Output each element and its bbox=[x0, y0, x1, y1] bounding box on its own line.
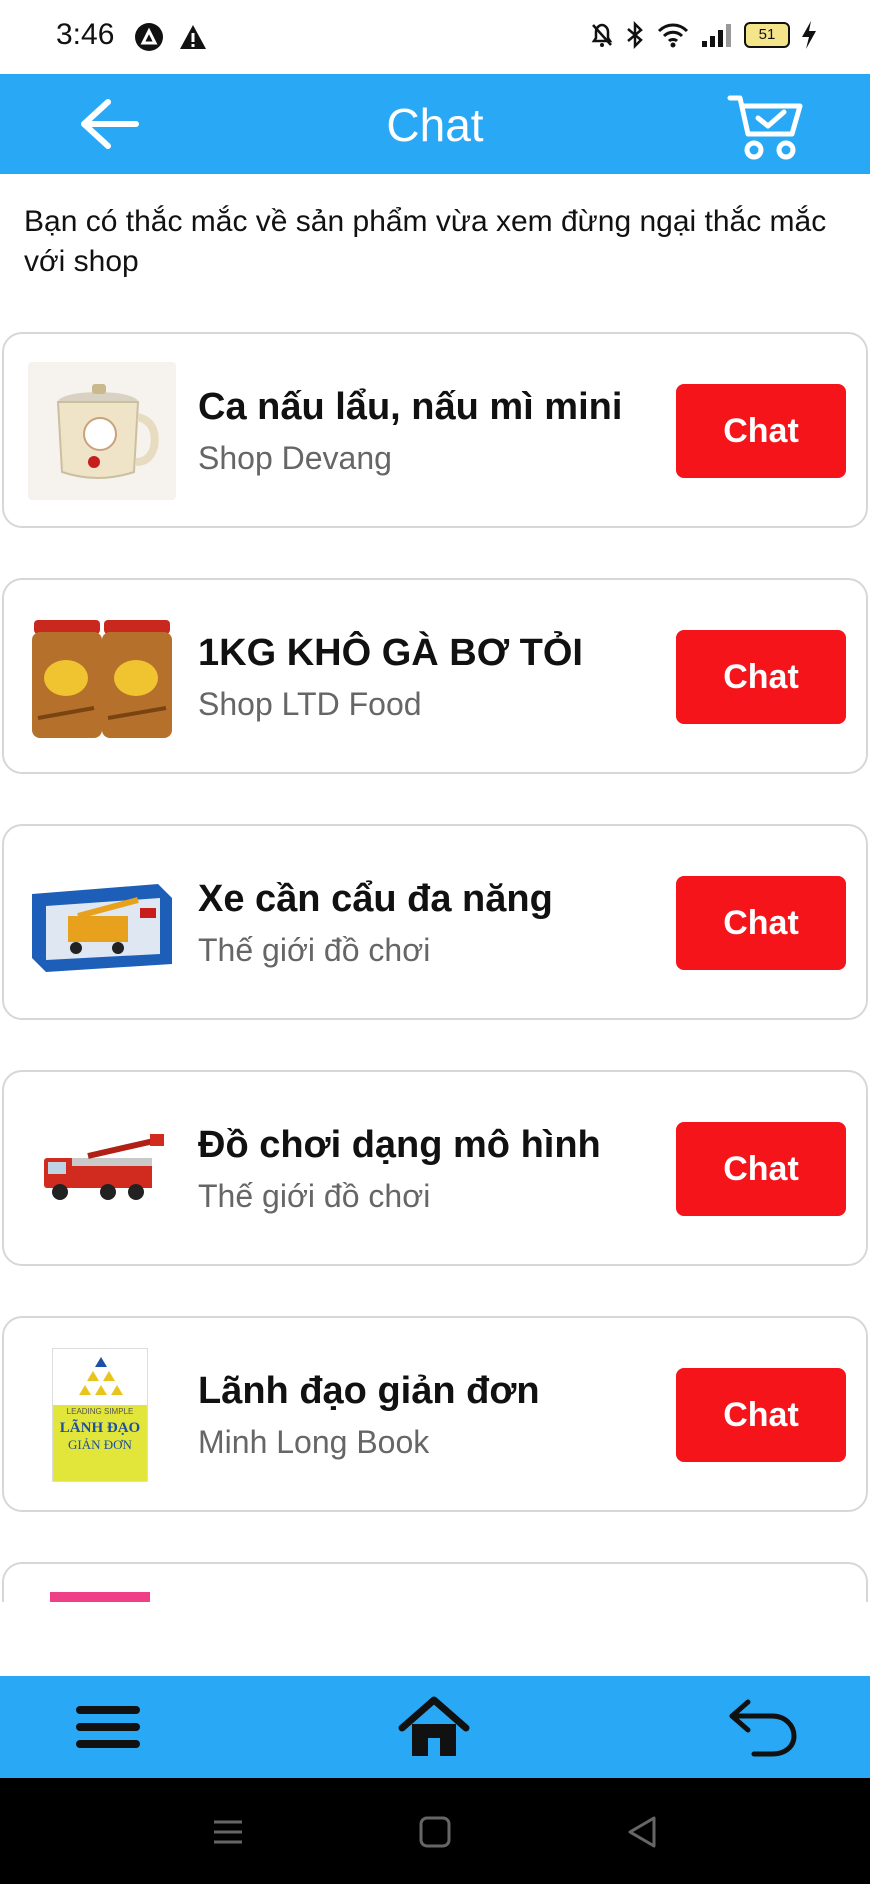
charging-bolt-icon bbox=[802, 21, 816, 49]
jars-image bbox=[28, 608, 176, 746]
book-cover-title-line2: GIẢN ĐƠN bbox=[68, 1437, 132, 1452]
back-triangle-icon[interactable] bbox=[622, 1812, 662, 1852]
product-thumbnail bbox=[28, 1100, 176, 1238]
product-thumbnail bbox=[28, 854, 176, 992]
product-list: Ca nấu lẩu, nấu mì mini Shop Devang Chat… bbox=[0, 332, 870, 1602]
undo-arrow-icon[interactable] bbox=[724, 1694, 800, 1760]
product-name: Lãnh đạo giản đơn bbox=[198, 1370, 540, 1412]
book-cover-title-line1: LÃNH ĐẠO bbox=[59, 1420, 141, 1436]
bluetooth-icon bbox=[627, 21, 643, 49]
shop-name: Shop LTD Food bbox=[198, 686, 422, 722]
fire-truck-image bbox=[28, 1100, 176, 1238]
shop-name: Thế giới đồ chơi bbox=[198, 1178, 431, 1214]
mute-bell-icon bbox=[591, 23, 613, 47]
product-thumbnail bbox=[28, 608, 176, 746]
kettle-image bbox=[28, 362, 176, 500]
product-card-partial bbox=[2, 1562, 868, 1602]
book-cover-image: LEADING SIMPLE LÃNH ĐẠO GIẢN ĐƠN bbox=[52, 1348, 148, 1482]
product-card: Xe cần cẩu đa năng Thế giới đồ chơi Chat bbox=[2, 824, 868, 1020]
intro-text: Bạn có thắc mắc về sản phẩm vừa xem đừng… bbox=[24, 205, 827, 278]
product-thumbnail-partial bbox=[50, 1592, 150, 1602]
product-name: Xe cần cẩu đa năng bbox=[198, 878, 553, 920]
status-bar: 3:46 51 bbox=[0, 0, 870, 74]
shopping-cart-icon[interactable] bbox=[726, 90, 804, 162]
shop-name: Shop Devang bbox=[198, 440, 392, 476]
app-notification-icon bbox=[135, 23, 163, 51]
chat-button[interactable]: Chat bbox=[676, 1368, 846, 1462]
product-card: LEADING SIMPLE LÃNH ĐẠO GIẢN ĐƠN Lãnh đạ… bbox=[2, 1316, 868, 1512]
product-name: Ca nấu lẩu, nấu mì mini bbox=[198, 386, 623, 428]
status-left-icons bbox=[134, 22, 208, 52]
product-card: 1KG KHÔ GÀ BƠ TỎI Shop LTD Food Chat bbox=[2, 578, 868, 774]
book-cover-top-text: LEADING SIMPLE bbox=[66, 1407, 134, 1416]
signal-icon bbox=[702, 24, 731, 47]
warning-icon bbox=[180, 25, 206, 49]
hamburger-menu-icon[interactable] bbox=[70, 1694, 146, 1760]
status-right-icons: 51 bbox=[590, 20, 818, 50]
crane-box-image bbox=[28, 854, 176, 992]
recent-apps-icon[interactable] bbox=[208, 1812, 248, 1852]
home-square-icon[interactable] bbox=[415, 1812, 455, 1852]
shop-name: Thế giới đồ chơi bbox=[198, 932, 431, 968]
bottom-nav bbox=[0, 1676, 870, 1778]
shop-name: Minh Long Book bbox=[198, 1424, 430, 1460]
status-time: 3:46 bbox=[56, 18, 115, 51]
book-triangle-logo bbox=[79, 1357, 123, 1395]
chat-button[interactable]: Chat bbox=[676, 630, 846, 724]
system-nav-bar bbox=[0, 1778, 870, 1884]
app-bar: Chat bbox=[0, 74, 870, 174]
product-card: Ca nấu lẩu, nấu mì mini Shop Devang Chat bbox=[2, 332, 868, 528]
product-thumbnail: LEADING SIMPLE LÃNH ĐẠO GIẢN ĐƠN bbox=[28, 1346, 176, 1484]
home-icon[interactable] bbox=[396, 1694, 472, 1760]
product-card: Đồ chơi dạng mô hình Thế giới đồ chơi Ch… bbox=[2, 1070, 868, 1266]
product-name: Đồ chơi dạng mô hình bbox=[198, 1124, 601, 1166]
product-name: 1KG KHÔ GÀ BƠ TỎI bbox=[198, 632, 583, 674]
battery-indicator: 51 bbox=[744, 22, 790, 48]
product-thumbnail bbox=[28, 362, 176, 500]
chat-button[interactable]: Chat bbox=[676, 1122, 846, 1216]
chat-button[interactable]: Chat bbox=[676, 876, 846, 970]
wifi-icon bbox=[657, 23, 689, 48]
chat-button[interactable]: Chat bbox=[676, 384, 846, 478]
